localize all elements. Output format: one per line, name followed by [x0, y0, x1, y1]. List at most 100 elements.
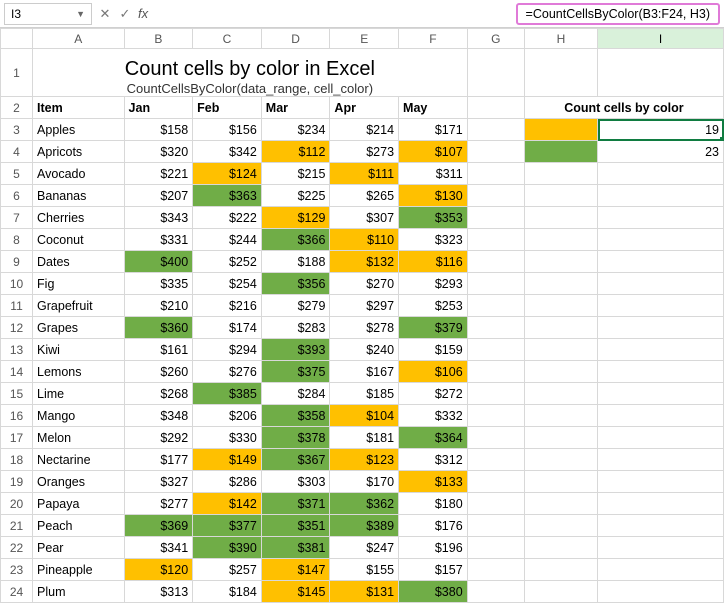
value-cell[interactable]: $112	[261, 141, 330, 163]
item-cell[interactable]: Papaya	[33, 493, 125, 515]
value-cell[interactable]: $348	[124, 405, 193, 427]
col-header[interactable]: D	[261, 29, 330, 49]
row-header[interactable]: 3	[1, 119, 33, 141]
item-cell[interactable]: Lemons	[33, 361, 125, 383]
cell[interactable]	[467, 405, 524, 427]
value-cell[interactable]: $366	[261, 229, 330, 251]
item-cell[interactable]: Nectarine	[33, 449, 125, 471]
value-cell[interactable]: $364	[399, 427, 468, 449]
item-cell[interactable]: Plum	[33, 581, 125, 603]
cell[interactable]	[467, 383, 524, 405]
header-month[interactable]: Feb	[193, 97, 262, 119]
value-cell[interactable]: $356	[261, 273, 330, 295]
value-cell[interactable]: $120	[124, 559, 193, 581]
value-cell[interactable]: $131	[330, 581, 399, 603]
value-cell[interactable]: $130	[399, 185, 468, 207]
value-cell[interactable]: $343	[124, 207, 193, 229]
value-cell[interactable]: $286	[193, 471, 262, 493]
row-header[interactable]: 11	[1, 295, 33, 317]
value-cell[interactable]: $323	[399, 229, 468, 251]
item-cell[interactable]: Coconut	[33, 229, 125, 251]
fx-icon[interactable]: fx	[138, 6, 148, 21]
value-cell[interactable]: $177	[124, 449, 193, 471]
col-header[interactable]: C	[193, 29, 262, 49]
value-cell[interactable]: $313	[124, 581, 193, 603]
value-cell[interactable]: $327	[124, 471, 193, 493]
value-cell[interactable]: $129	[261, 207, 330, 229]
cell[interactable]	[598, 49, 724, 97]
value-cell[interactable]: $362	[330, 493, 399, 515]
value-cell[interactable]: $283	[261, 317, 330, 339]
cell[interactable]	[598, 427, 724, 449]
cell[interactable]	[598, 251, 724, 273]
select-all-corner[interactable]	[1, 29, 33, 49]
row-header[interactable]: 15	[1, 383, 33, 405]
col-header[interactable]: H	[524, 29, 597, 49]
value-cell[interactable]: $132	[330, 251, 399, 273]
value-cell[interactable]: $244	[193, 229, 262, 251]
item-cell[interactable]: Fig	[33, 273, 125, 295]
value-cell[interactable]: $111	[330, 163, 399, 185]
cell[interactable]	[467, 295, 524, 317]
value-cell[interactable]: $171	[399, 119, 468, 141]
value-cell[interactable]: $149	[193, 449, 262, 471]
col-header[interactable]: B	[124, 29, 193, 49]
cell[interactable]	[467, 163, 524, 185]
value-cell[interactable]: $254	[193, 273, 262, 295]
value-cell[interactable]: $225	[261, 185, 330, 207]
cell[interactable]	[524, 361, 597, 383]
cell[interactable]	[467, 537, 524, 559]
value-cell[interactable]: $104	[330, 405, 399, 427]
color-swatch-green[interactable]	[524, 141, 597, 163]
col-header[interactable]: I	[598, 29, 724, 49]
value-cell[interactable]: $180	[399, 493, 468, 515]
row-header[interactable]: 13	[1, 339, 33, 361]
row-header[interactable]: 7	[1, 207, 33, 229]
value-cell[interactable]: $106	[399, 361, 468, 383]
value-cell[interactable]: $221	[124, 163, 193, 185]
cell[interactable]	[467, 471, 524, 493]
value-cell[interactable]: $158	[124, 119, 193, 141]
value-cell[interactable]: $360	[124, 317, 193, 339]
value-cell[interactable]: $367	[261, 449, 330, 471]
value-cell[interactable]: $247	[330, 537, 399, 559]
value-cell[interactable]: $110	[330, 229, 399, 251]
cell[interactable]	[524, 207, 597, 229]
value-cell[interactable]: $257	[193, 559, 262, 581]
cell[interactable]	[524, 581, 597, 603]
cell[interactable]	[524, 383, 597, 405]
cell[interactable]	[467, 185, 524, 207]
value-cell[interactable]: $363	[193, 185, 262, 207]
col-header[interactable]: A	[33, 29, 125, 49]
count-header[interactable]: Count cells by color	[524, 97, 723, 119]
value-cell[interactable]: $185	[330, 383, 399, 405]
value-cell[interactable]: $176	[399, 515, 468, 537]
value-cell[interactable]: $332	[399, 405, 468, 427]
value-cell[interactable]: $124	[193, 163, 262, 185]
cell[interactable]	[598, 273, 724, 295]
cell[interactable]	[467, 229, 524, 251]
result-green[interactable]: 23	[598, 141, 724, 163]
value-cell[interactable]: $188	[261, 251, 330, 273]
value-cell[interactable]: $389	[330, 515, 399, 537]
chevron-down-icon[interactable]: ▼	[76, 9, 85, 19]
cell[interactable]	[467, 141, 524, 163]
value-cell[interactable]: $278	[330, 317, 399, 339]
row-header[interactable]: 18	[1, 449, 33, 471]
header-month[interactable]: Apr	[330, 97, 399, 119]
row-header[interactable]: 9	[1, 251, 33, 273]
cell[interactable]	[524, 405, 597, 427]
value-cell[interactable]: $265	[330, 185, 399, 207]
col-header[interactable]: F	[399, 29, 468, 49]
formula-display[interactable]: =CountCellsByColor(B3:F24, H3)	[516, 3, 720, 25]
cell[interactable]	[598, 581, 724, 603]
row-header[interactable]: 12	[1, 317, 33, 339]
value-cell[interactable]: $294	[193, 339, 262, 361]
value-cell[interactable]: $342	[193, 141, 262, 163]
item-cell[interactable]: Melon	[33, 427, 125, 449]
value-cell[interactable]: $214	[330, 119, 399, 141]
cell[interactable]	[524, 229, 597, 251]
value-cell[interactable]: $385	[193, 383, 262, 405]
value-cell[interactable]: $378	[261, 427, 330, 449]
cell[interactable]	[524, 427, 597, 449]
